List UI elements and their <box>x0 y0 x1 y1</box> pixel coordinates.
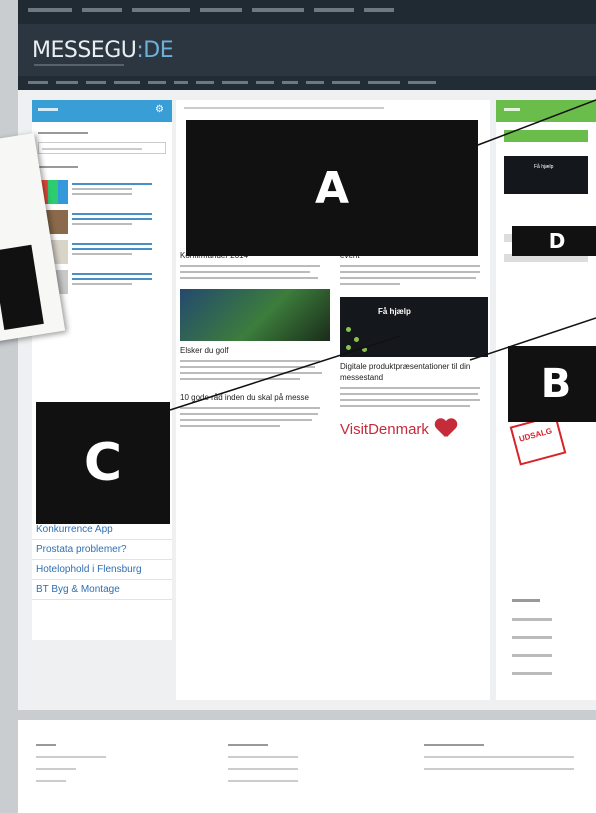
callout-label-c: C <box>36 402 170 524</box>
callout-label-b: B <box>508 346 596 422</box>
callout-label-d: D <box>512 226 596 256</box>
callout-label-a: A <box>186 120 478 256</box>
